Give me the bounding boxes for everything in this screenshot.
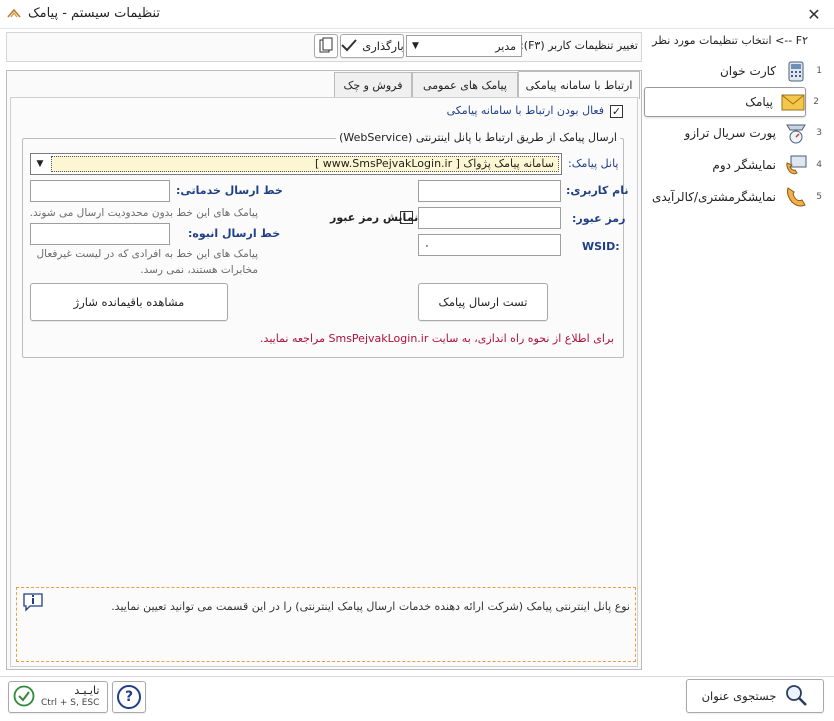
help-icon: ? — [117, 685, 141, 709]
help-text: نوع پانل اینترنتی پیامک (شرکت ارائه دهند… — [111, 600, 630, 613]
panel-label: پانل پیامک: — [568, 157, 619, 170]
wsid-label: WSID: — [582, 240, 620, 253]
sidebar-item-card-reader[interactable]: 1 کارت خوان — [648, 56, 822, 86]
chevron-down-icon: ▼ — [36, 159, 44, 169]
service-line-hint: پیامک های این خط بدون محدودیت ارسال می ش… — [29, 207, 258, 219]
close-icon[interactable]: ✕ — [794, 0, 834, 28]
bulk-line-hint: پیامک های این خط به افرادی که در لیست غی… — [36, 248, 258, 276]
user-select[interactable]: مدیر ▼ — [406, 35, 522, 57]
copy-icon — [319, 37, 333, 56]
help-box — [16, 587, 636, 662]
bulk-line-label: خط ارسال انبوه: — [188, 227, 281, 240]
check-circle-icon — [13, 685, 35, 710]
checkmark-icon — [340, 38, 358, 55]
sidebar-item-scale-serial[interactable]: 3 پورت سریال ترازو — [648, 118, 822, 148]
scale-icon — [784, 121, 808, 145]
copy-button[interactable] — [314, 34, 338, 58]
app-icon — [6, 6, 22, 22]
display-phone-icon — [784, 153, 808, 177]
search-icon — [784, 683, 808, 710]
username-input[interactable] — [418, 180, 561, 202]
help-button[interactable]: ? — [112, 681, 146, 713]
webservice-group-title: ارسال پیامک از طریق ارتباط با پانل اینتر… — [336, 131, 620, 144]
enable-sms-label: فعال بودن ارتباط با سامانه پیامکی — [446, 104, 604, 117]
sms-panel-value: سامانه پیامک پژواک [ www.SmsPejvakLogin.… — [51, 156, 559, 172]
sidebar-item-caller-id[interactable]: 5 نمایشگرمشتری/کالرآیدی — [648, 182, 822, 212]
sidebar-item-label: کارت خوان — [719, 64, 776, 78]
show-password-label: نمایش رمز عبور — [330, 211, 419, 224]
sms-panel-select[interactable]: ▼ سامانه پیامک پژواک [ www.SmsPejvakLogi… — [30, 153, 562, 175]
password-input[interactable] — [418, 207, 561, 229]
search-title-button[interactable]: جستجوی عنوان — [686, 679, 824, 713]
service-line-label: خط ارسال خدماتی: — [176, 184, 283, 197]
sidebar-header: F۲ --> انتخاب تنظیمات مورد نظر — [652, 34, 808, 47]
chevron-down-icon: ▼ — [412, 41, 419, 51]
user-settings-label: تغییر تنظیمات کاربر (F۳): — [520, 39, 638, 52]
sidebar-item-label: نمایشگر دوم — [712, 158, 776, 172]
phone-icon — [784, 185, 808, 209]
card-reader-icon — [784, 59, 808, 83]
sidebar-item-sms[interactable]: 2 پیامک — [644, 87, 819, 117]
window-title: تنظیمات سیستم - پیامک — [28, 6, 161, 21]
confirm-text: تایـیـد Ctrl + S, ESC — [41, 684, 100, 708]
bulk-line-input[interactable] — [30, 223, 170, 245]
test-send-button[interactable]: تست ارسال پیامک — [418, 283, 548, 321]
sidebar-item-label: پیامک — [745, 95, 773, 109]
tab-sales-cheque[interactable]: فروش و چک — [334, 72, 412, 98]
enable-sms-checkbox[interactable]: ✓ — [610, 105, 623, 118]
info-icon — [22, 592, 44, 615]
sidebar-item-label: نمایشگرمشتری/کالرآیدی — [651, 190, 776, 204]
tab-general-sms[interactable]: پیامک های عمومی — [412, 72, 518, 98]
view-charge-button[interactable]: مشاهده باقیمانده شارژ — [30, 283, 228, 321]
tab-sms-connection[interactable]: ارتباط با سامانه پیامکی — [518, 71, 640, 99]
service-line-input[interactable] — [30, 180, 170, 202]
sidebar-item-second-display[interactable]: 4 نمایشگر دوم — [648, 150, 822, 180]
title-bar: تنظیمات سیستم - پیامک ✕ — [0, 0, 834, 28]
website-link[interactable]: SmsPejvakLogin.ir — [329, 332, 429, 345]
wsid-input[interactable] — [418, 234, 561, 256]
setup-info-text: برای اطلاع از نحوه راه اندازی، به سایت S… — [260, 332, 614, 345]
confirm-button[interactable]: تایـیـد Ctrl + S, ESC — [8, 681, 108, 713]
load-button[interactable]: بارگذاری — [340, 34, 404, 58]
password-label: رمز عبور: — [572, 212, 626, 225]
sidebar-item-label: پورت سریال ترازو — [684, 126, 776, 140]
envelope-icon — [781, 90, 805, 114]
username-label: نام کاربری: — [566, 184, 629, 197]
